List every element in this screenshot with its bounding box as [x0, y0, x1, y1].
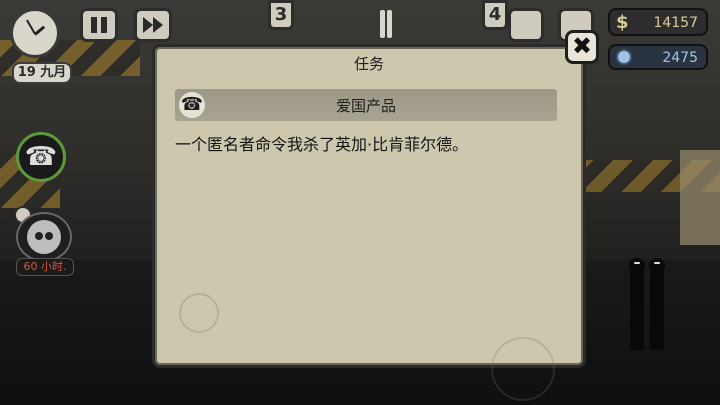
separator-icon — [380, 10, 385, 38]
pause-icon — [91, 17, 97, 33]
background-crate — [680, 150, 720, 245]
dialog-title: 任务 — [353, 55, 384, 73]
watermark-icon — [179, 293, 219, 333]
fast-forward-icon — [143, 17, 153, 33]
bag-button[interactable] — [508, 8, 544, 42]
day-tag-left: 3 — [268, 0, 294, 30]
shadow-figure — [649, 258, 665, 350]
money-amount: 14157 — [653, 15, 698, 31]
shadow-figure — [629, 258, 645, 350]
phone-button[interactable]: ☎ — [16, 132, 66, 182]
mission-dialog: 任务 ☎ 爱国产品 一个匿名者命令我杀了英加·比肯菲尔德。 — [152, 44, 586, 401]
date-display: 19 九月 — [12, 62, 72, 84]
mask-button[interactable] — [16, 212, 72, 262]
mission-name: 爱国产品 — [335, 97, 396, 115]
coin-icon — [616, 49, 632, 65]
clock-icon — [10, 8, 60, 58]
gas-mask-icon — [27, 220, 61, 254]
coin-amount: 2475 — [662, 50, 698, 66]
pause-button[interactable] — [80, 8, 118, 42]
coin-counter: 2475 — [608, 44, 708, 70]
dollar-icon: $ — [616, 12, 629, 33]
watermark-icon — [491, 337, 555, 401]
mission-description: 一个匿名者命令我杀了英加·比肯菲尔德。 — [175, 135, 469, 154]
fast-forward-button[interactable] — [134, 8, 172, 42]
close-button[interactable]: ✖ — [565, 30, 599, 64]
timer-badge: 60 小时. — [16, 258, 74, 276]
mission-row[interactable]: ☎ 爱国产品 — [175, 89, 557, 121]
day-tag-right: 4 — [482, 0, 508, 30]
money-counter: $ 14157 — [608, 8, 708, 36]
phone-icon: ☎ — [24, 142, 58, 172]
